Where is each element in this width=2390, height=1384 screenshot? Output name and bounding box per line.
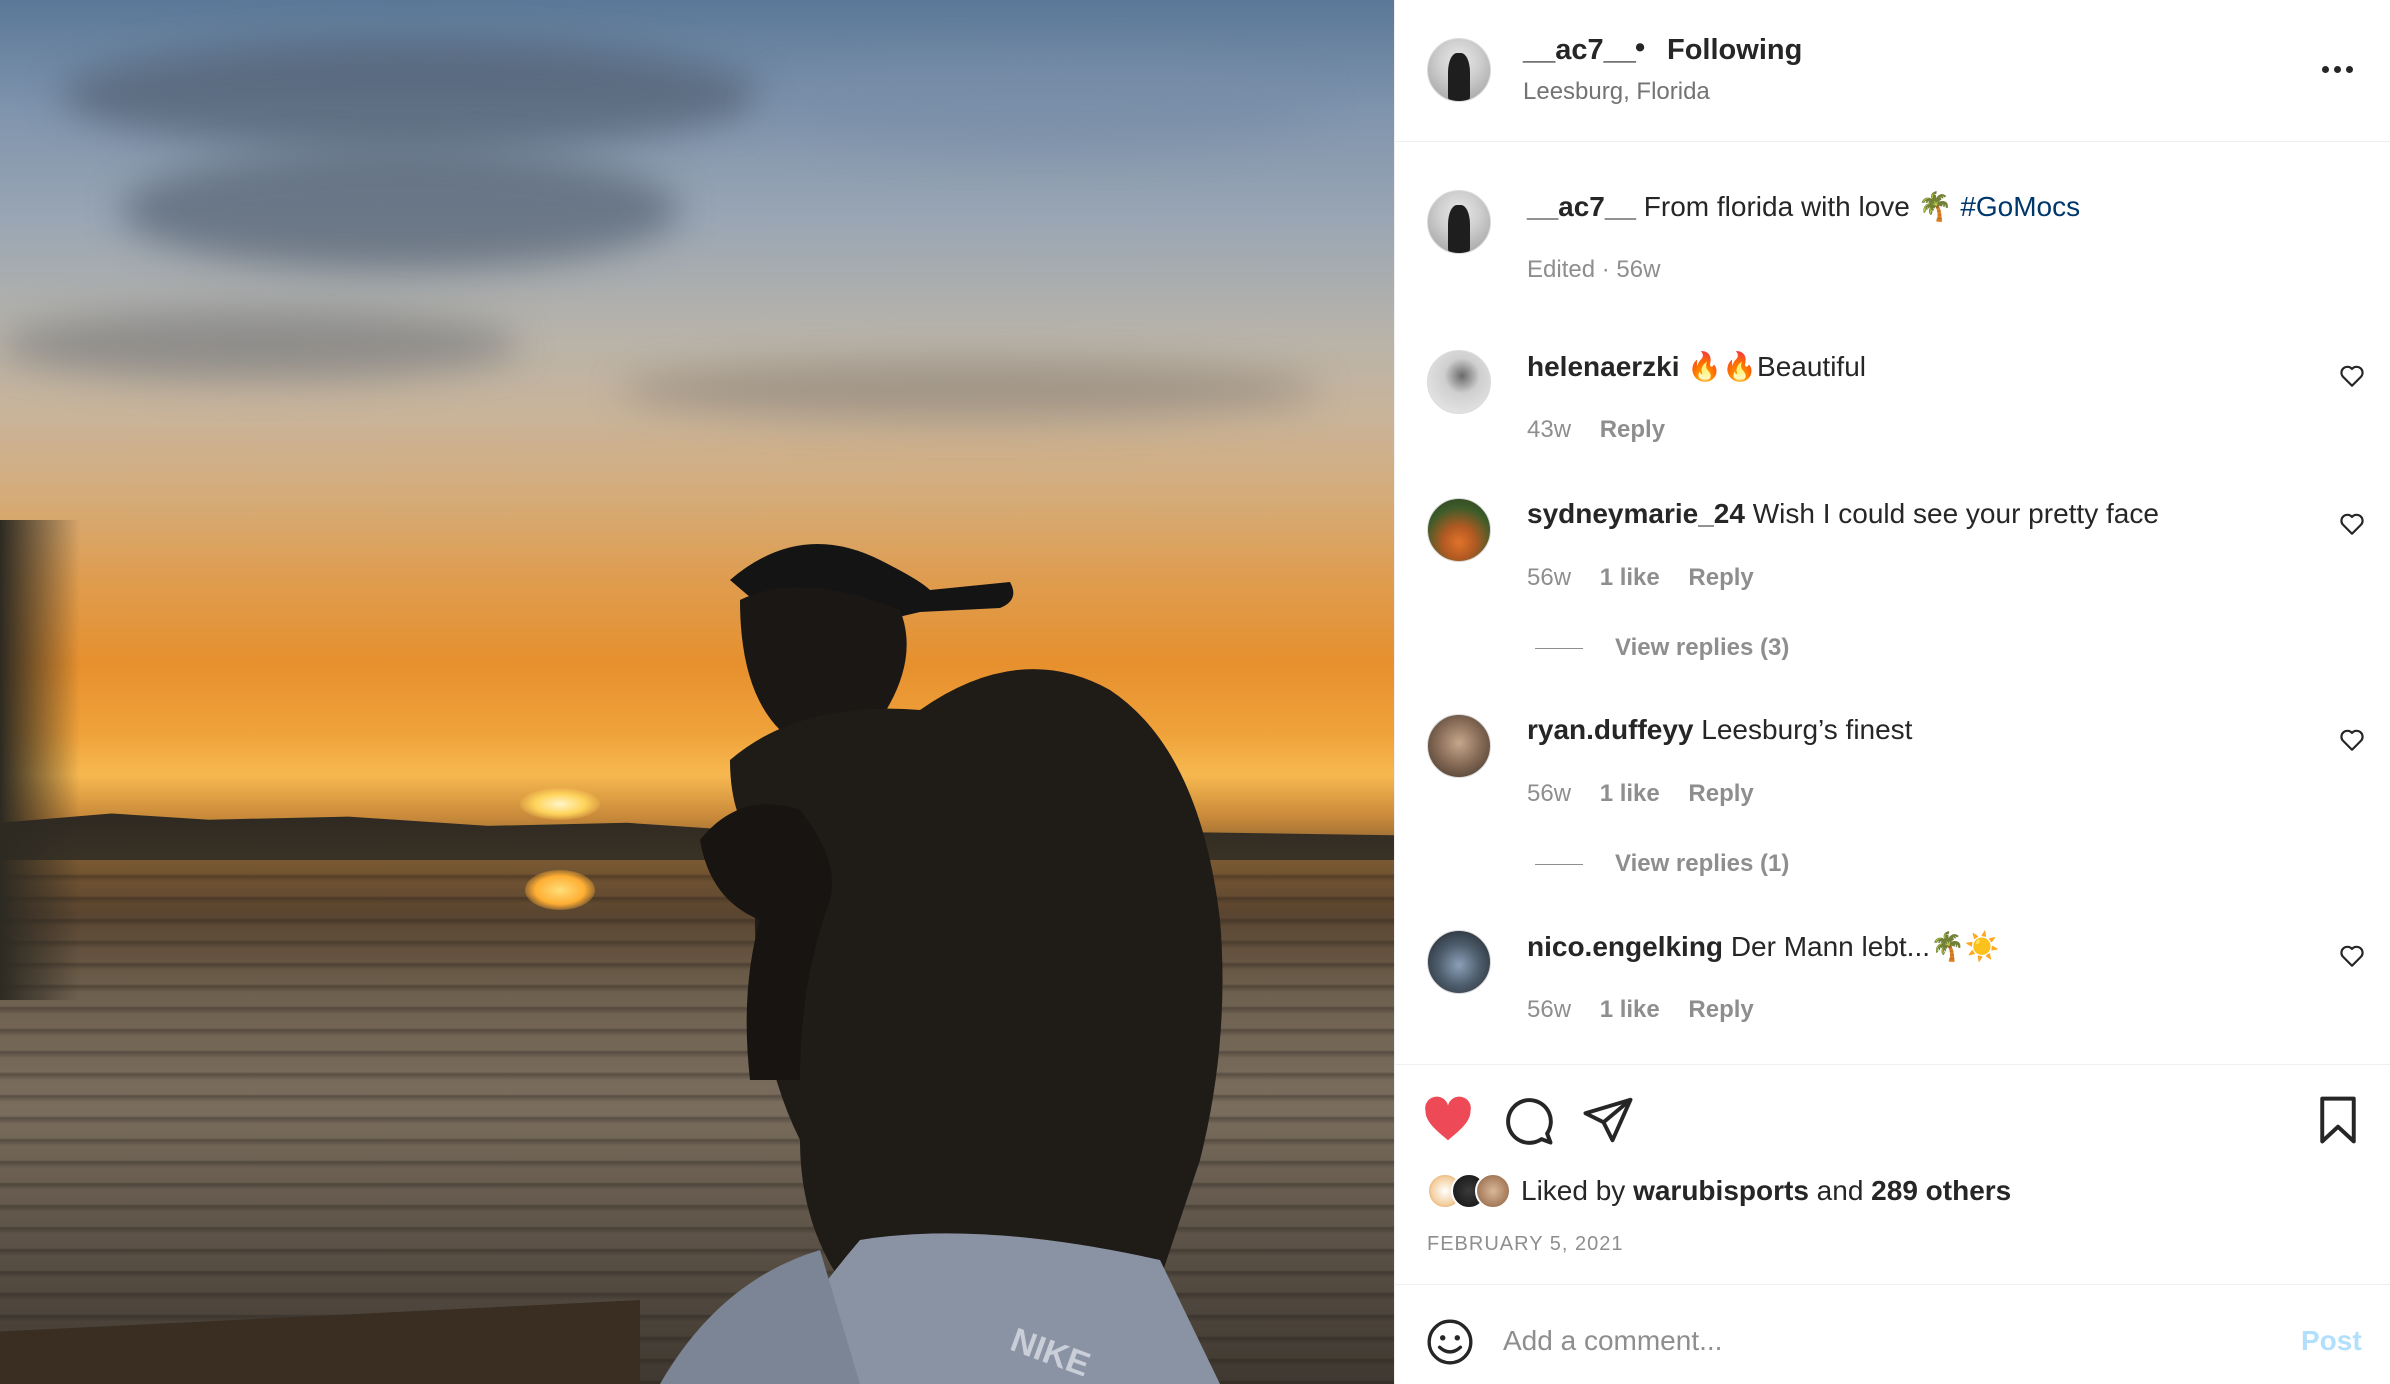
likes-prefix: Liked by (1521, 1175, 1626, 1206)
author-avatar[interactable] (1427, 38, 1491, 102)
view-replies-button[interactable]: View replies (1) (1535, 850, 1789, 878)
comment-text: ryan.duffeyy Leesburg’s finest (1527, 714, 1912, 746)
author-username[interactable]: __ac7__ (1523, 34, 1636, 67)
more-icon-dot (2346, 66, 2353, 73)
caption-body: From florida with love 🌴 (1643, 191, 1953, 222)
caption-meta: Edited · 56w (1527, 256, 1661, 283)
comment-likes[interactable]: 1 like (1600, 780, 1660, 807)
comment-username[interactable]: helenaerzki (1527, 351, 1680, 382)
caption-time[interactable]: 56w (1616, 256, 1660, 283)
photo-person-silhouette: NIKE (660, 544, 1223, 1384)
comment-meta: 56w 1 like Reply (1527, 996, 1776, 1024)
add-comment-bar: Post (1395, 1284, 2390, 1384)
bookmark-icon[interactable] (2311, 1093, 2365, 1147)
liked-by-user[interactable]: warubisports (1633, 1175, 1809, 1206)
comment-username[interactable]: nico.engelking (1527, 931, 1723, 962)
more-options-button[interactable] (2316, 52, 2360, 88)
header-separator: • (1635, 32, 1646, 64)
reply-button[interactable]: Reply (1600, 416, 1665, 443)
heart-outline-icon[interactable] (2339, 728, 2365, 752)
comment-username[interactable]: sydneymarie_24 (1527, 498, 1745, 529)
caption-hashtag[interactable]: #GoMocs (1960, 191, 2080, 222)
likes-text: Liked by warubisports and 289 others (1521, 1175, 2011, 1207)
likes-summary: Liked by warubisports and 289 others (1427, 1171, 2011, 1211)
comment-text: helenaerzki 🔥🔥Beautiful (1527, 350, 1866, 383)
heart-outline-icon[interactable] (2339, 364, 2365, 388)
replies-divider (1535, 648, 1583, 650)
caption-avatar[interactable] (1427, 190, 1491, 254)
heart-outline-icon[interactable] (2339, 512, 2365, 536)
replies-divider (1535, 864, 1583, 866)
heart-filled-icon[interactable] (1421, 1093, 1475, 1147)
comment-username[interactable]: ryan.duffeyy (1527, 714, 1694, 745)
comment-likes[interactable]: 1 like (1600, 564, 1660, 591)
comment-likes[interactable]: 1 like (1600, 996, 1660, 1023)
post-location[interactable]: Leesburg, Florida (1523, 78, 1710, 106)
post-side-panel: __ac7__ • Following Leesburg, Florida __… (1394, 0, 2390, 1384)
comment-time[interactable]: 56w (1527, 780, 1571, 807)
more-icon (2322, 66, 2329, 73)
view-replies-label: View replies (1) (1615, 850, 1790, 877)
comment-body: Leesburg’s finest (1701, 714, 1913, 745)
comment-time[interactable]: 56w (1527, 996, 1571, 1023)
comment-body: Wish I could see your pretty face (1752, 498, 2159, 529)
caption-edited: Edited (1527, 256, 1596, 283)
photo-cloud (120, 150, 680, 270)
comment-time[interactable]: 43w (1527, 416, 1571, 443)
comment-body: 🔥🔥Beautiful (1687, 351, 1867, 382)
caption-username[interactable]: __ac7__ (1527, 191, 1636, 222)
commenter-avatar[interactable] (1427, 714, 1491, 778)
reply-button[interactable]: Reply (1688, 780, 1753, 807)
more-icon-dot (2334, 66, 2341, 73)
reply-button[interactable]: Reply (1688, 564, 1753, 591)
post-actions: Liked by warubisports and 289 others FEB… (1395, 1064, 2390, 1284)
photo-tree (0, 520, 80, 1000)
following-button[interactable]: Following (1667, 34, 1802, 67)
photo-cloud (760, 60, 1320, 150)
comment-text: nico.engelking Der Mann lebt...🌴☀️ (1527, 930, 2000, 963)
caption-text: __ac7__ From florida with love 🌴 #GoMocs (1527, 190, 2080, 223)
commenter-avatar[interactable] (1427, 930, 1491, 994)
photo-cloud (60, 40, 760, 150)
comment-time[interactable]: 56w (1527, 564, 1571, 591)
comment-body: Der Mann lebt...🌴☀️ (1730, 931, 2000, 962)
photo-cloud (620, 360, 1320, 420)
share-icon[interactable] (1581, 1093, 1635, 1147)
post-comment-button[interactable]: Post (2301, 1325, 2362, 1357)
comments-list[interactable]: __ac7__ From florida with love 🌴 #GoMocs… (1395, 142, 2390, 1064)
comment-icon[interactable] (1501, 1093, 1555, 1147)
photo-cloud (0, 310, 520, 380)
comment-meta: 56w 1 like Reply (1527, 564, 1776, 592)
reply-button[interactable]: Reply (1688, 996, 1753, 1023)
comment-text: sydneymarie_24 Wish I could see your pre… (1527, 498, 2159, 530)
commenter-avatar[interactable] (1427, 498, 1491, 562)
add-comment-input[interactable] (1503, 1313, 2263, 1369)
post-date[interactable]: FEBRUARY 5, 2021 (1427, 1233, 1623, 1256)
likes-and: and (1816, 1175, 1864, 1206)
post-header: __ac7__ • Following Leesburg, Florida (1395, 0, 2390, 142)
view-replies-label: View replies (3) (1615, 634, 1790, 661)
likes-others-count[interactable]: 289 others (1871, 1175, 2011, 1206)
post-photo[interactable]: NIKE (0, 0, 1394, 1384)
heart-outline-icon[interactable] (2339, 944, 2365, 968)
comment-meta: 56w 1 like Reply (1527, 780, 1776, 808)
comment-meta: 43w Reply (1527, 416, 1687, 444)
emoji-icon[interactable] (1425, 1317, 1475, 1367)
view-replies-button[interactable]: View replies (3) (1535, 634, 1789, 662)
liker-avatar[interactable] (1475, 1173, 1511, 1209)
commenter-avatar[interactable] (1427, 350, 1491, 414)
